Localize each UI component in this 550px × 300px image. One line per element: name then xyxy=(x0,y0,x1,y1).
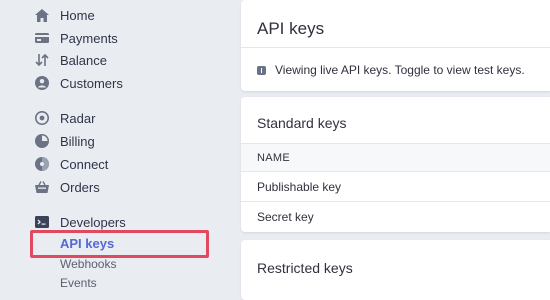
connect-icon xyxy=(34,156,50,172)
notice-text: Viewing live API keys. Toggle to view te… xyxy=(275,63,525,77)
sidebar-subitem-events[interactable]: Events xyxy=(60,276,97,294)
sidebar-item-label: Balance xyxy=(60,52,107,68)
divider xyxy=(241,47,550,48)
sidebar-item-customers[interactable]: Customers xyxy=(34,73,123,93)
home-icon xyxy=(34,7,50,23)
sidebar-subitem-webhooks[interactable]: Webhooks xyxy=(60,257,116,275)
sidebar-item-home[interactable]: Home xyxy=(34,5,95,25)
sidebar: Home Payments Balance Customers Radar Bi… xyxy=(0,0,232,295)
key-name: Publishable key xyxy=(257,180,342,194)
highlight-annotation xyxy=(30,230,209,258)
api-keys-header-panel: API keys Viewing live API keys. Toggle t… xyxy=(241,0,550,91)
balance-icon xyxy=(34,52,50,68)
developers-icon xyxy=(34,214,50,230)
table-row-secret-key[interactable]: Secret key xyxy=(241,202,550,232)
sidebar-item-balance[interactable]: Balance xyxy=(34,50,107,70)
section-title: Restricted keys xyxy=(257,260,353,276)
sidebar-item-label: Connect xyxy=(60,156,109,172)
orders-icon xyxy=(34,179,50,195)
sidebar-item-payments[interactable]: Payments xyxy=(34,28,118,48)
sidebar-item-label: Customers xyxy=(60,75,123,91)
sidebar-item-radar[interactable]: Radar xyxy=(34,108,95,128)
sidebar-item-label: Home xyxy=(60,7,95,23)
table-row-publishable-key[interactable]: Publishable key xyxy=(241,172,550,202)
sidebar-item-label: Developers xyxy=(60,214,126,230)
sidebar-item-developers[interactable]: Developers xyxy=(34,212,126,232)
sidebar-item-label: Radar xyxy=(60,110,96,126)
section-title: Standard keys xyxy=(257,115,347,131)
sidebar-item-orders[interactable]: Orders xyxy=(34,177,100,197)
radar-icon xyxy=(34,110,50,126)
customers-icon xyxy=(34,75,50,91)
billing-icon xyxy=(34,133,50,149)
live-mode-notice: Viewing live API keys. Toggle to view te… xyxy=(257,63,525,77)
sidebar-item-label: Payments xyxy=(60,30,118,46)
column-header-name: NAME xyxy=(257,152,290,164)
standard-keys-panel: Standard keys NAME Publishable key Secre… xyxy=(241,97,550,232)
sidebar-item-label: Orders xyxy=(60,179,100,195)
sidebar-item-connect[interactable]: Connect xyxy=(34,154,108,174)
payments-icon xyxy=(34,30,50,46)
info-icon xyxy=(257,65,266,75)
restricted-keys-panel: Restricted keys xyxy=(241,240,550,300)
key-name: Secret key xyxy=(257,210,314,224)
sidebar-item-billing[interactable]: Billing xyxy=(34,131,95,151)
sidebar-item-label: Billing xyxy=(60,133,95,149)
page-title: API keys xyxy=(257,19,325,38)
table-header: NAME xyxy=(241,143,550,172)
